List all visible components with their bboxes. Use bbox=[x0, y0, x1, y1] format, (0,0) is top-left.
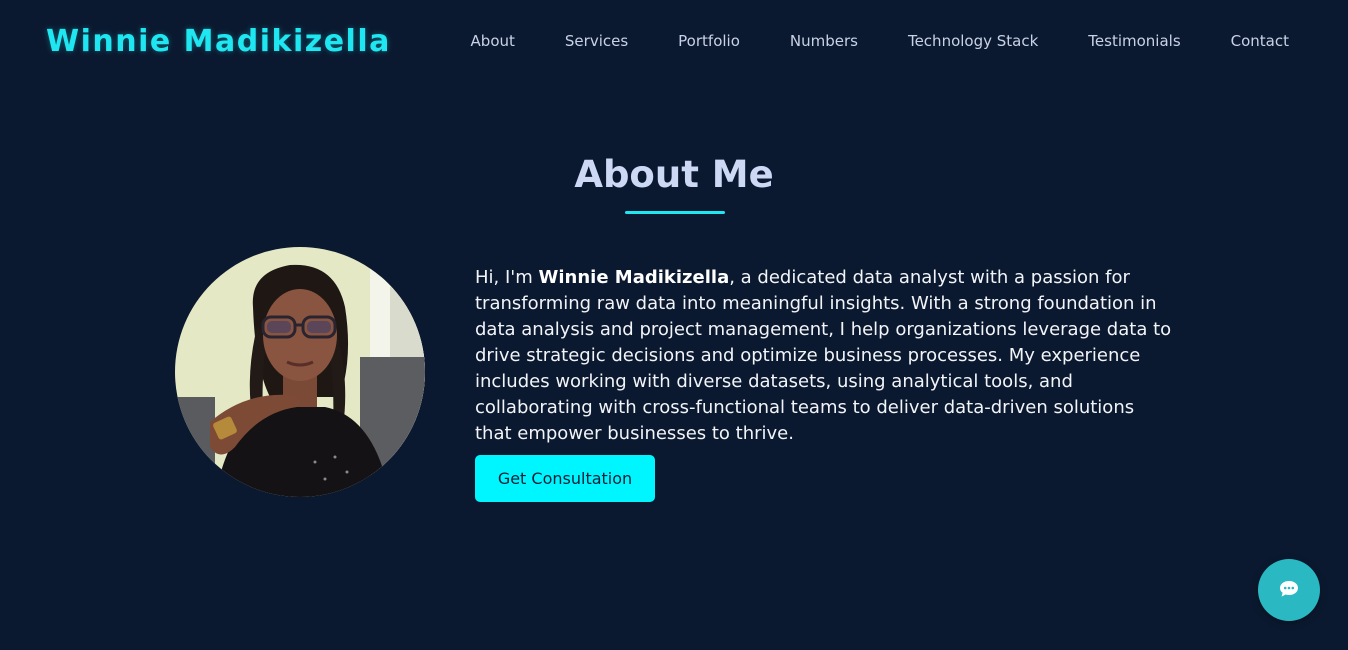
bio-body: , a dedicated data analyst with a passio… bbox=[475, 267, 1172, 444]
bio-intro-prefix: Hi, I'm bbox=[475, 267, 539, 288]
profile-photo-illustration bbox=[175, 247, 425, 497]
get-consultation-button[interactable]: Get Consultation bbox=[475, 455, 655, 502]
nav-link-numbers[interactable]: Numbers bbox=[790, 32, 858, 50]
nav-link-technology-stack[interactable]: Technology Stack bbox=[908, 32, 1038, 50]
profile-photo bbox=[175, 247, 425, 497]
main-nav: About Services Portfolio Numbers Technol… bbox=[471, 32, 1289, 50]
nav-link-contact[interactable]: Contact bbox=[1231, 32, 1289, 50]
chat-bubble-icon bbox=[1278, 579, 1300, 602]
nav-link-portfolio[interactable]: Portfolio bbox=[678, 32, 740, 50]
chat-button[interactable] bbox=[1258, 559, 1320, 621]
title-underline bbox=[625, 211, 725, 214]
site-header: Winnie Madikizella About Services Portfo… bbox=[0, 0, 1348, 84]
section-title: About Me bbox=[574, 153, 774, 196]
nav-link-about[interactable]: About bbox=[471, 32, 515, 50]
nav-link-testimonials[interactable]: Testimonials bbox=[1088, 32, 1180, 50]
bio-name: Winnie Madikizella bbox=[538, 267, 730, 288]
nav-link-services[interactable]: Services bbox=[565, 32, 628, 50]
about-bio: Hi, I'm Winnie Madikizella, a dedicated … bbox=[475, 265, 1175, 447]
site-logo[interactable]: Winnie Madikizella bbox=[46, 24, 391, 59]
